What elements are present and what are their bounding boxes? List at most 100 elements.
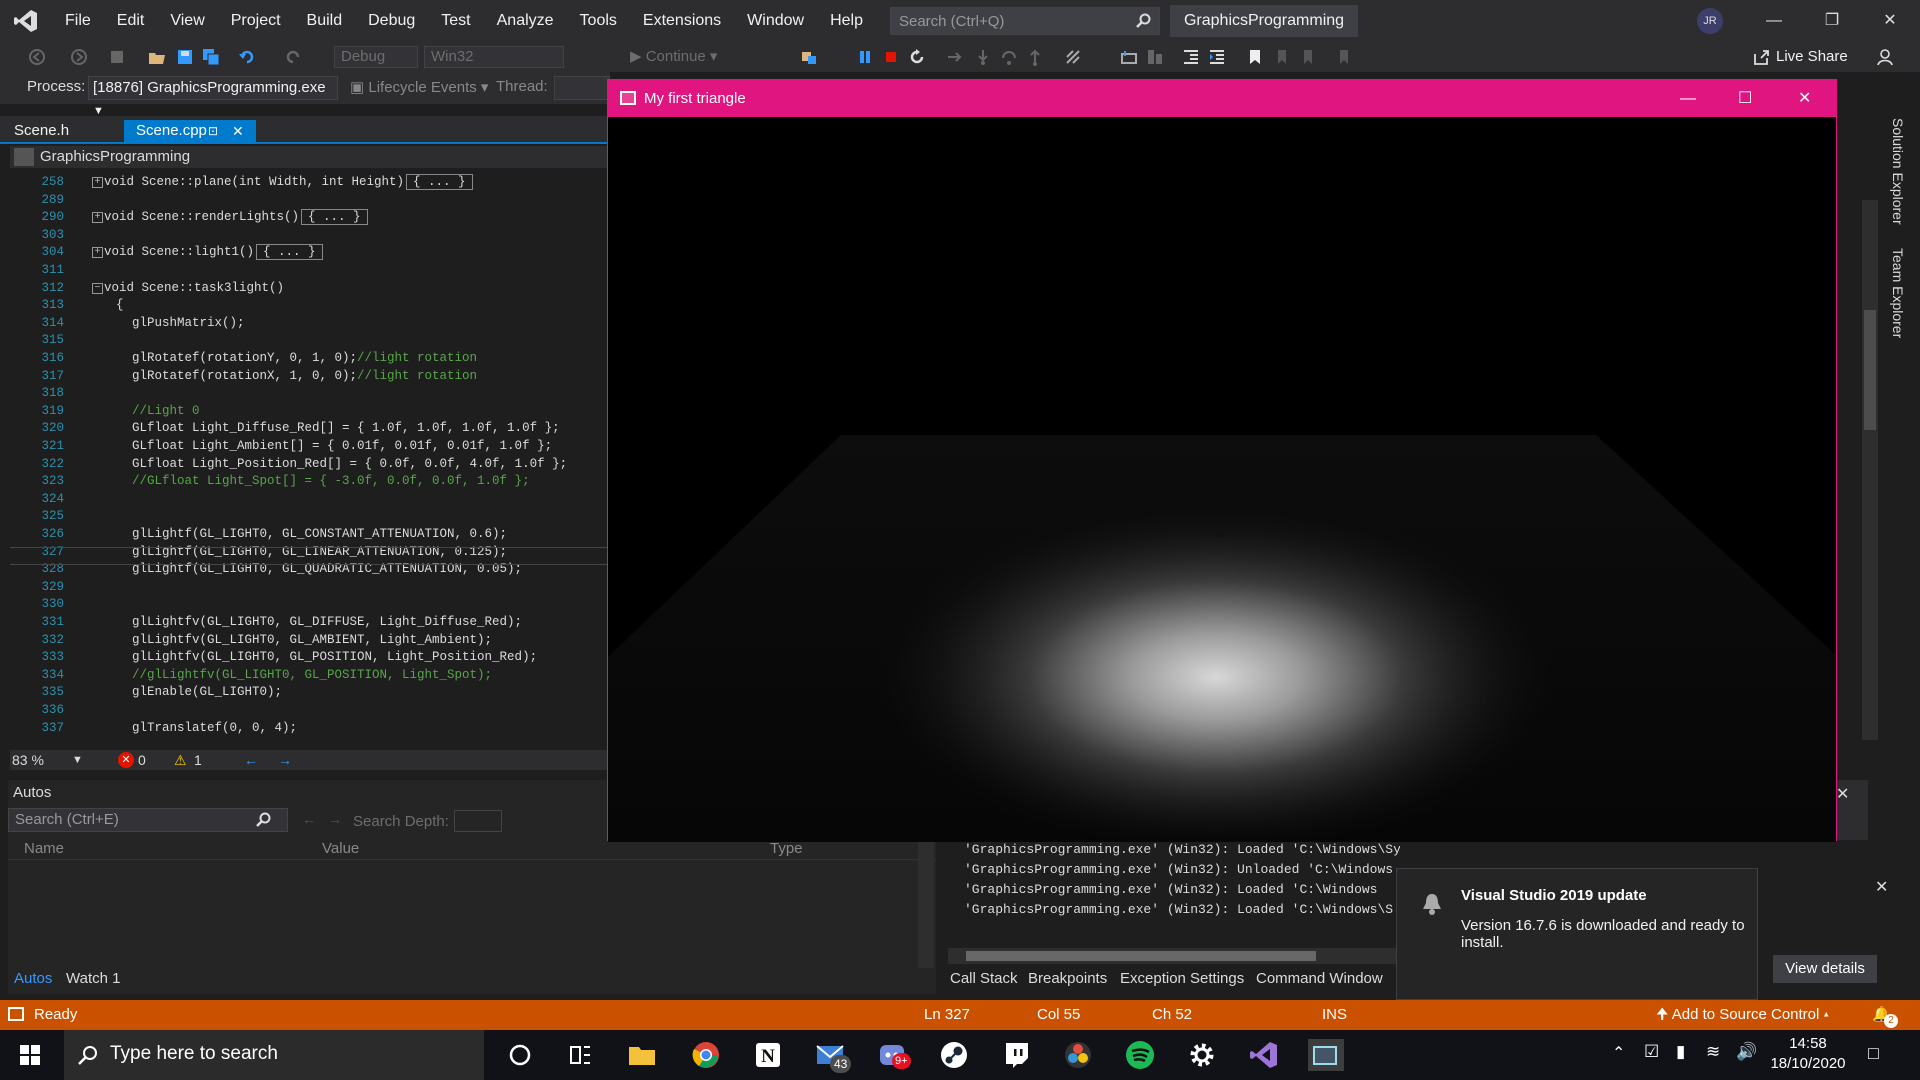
clock-date[interactable]: 18/10/2020 (1770, 1055, 1846, 1072)
code-line[interactable]: 314 glPushMatrix(); (10, 315, 610, 332)
code-line[interactable]: 331 glLightfv(GL_LIGHT0, GL_DIFFUSE, Ligh… (10, 614, 610, 631)
status-line[interactable]: Ln 327 (924, 1000, 970, 1030)
tab-scene-cpp[interactable]: Scene.cpp ⊡ ✕ (124, 120, 256, 144)
collapsed-block[interactable]: { ... } (301, 209, 368, 226)
code-line[interactable]: 320 GLfloat Light_Diffuse_Red[] = { 1.0f,… (10, 420, 610, 437)
editor-v-scrollbar[interactable] (1862, 200, 1878, 740)
gl-close-icon[interactable]: ✕ (1798, 80, 1811, 117)
code-line[interactable]: 334 //glLightfv(GL_LIGHT0, GL_POSITION, L… (10, 667, 610, 684)
code-line[interactable]: 337 glTranslatef(0, 0, 4); (10, 720, 610, 737)
file-explorer-icon[interactable] (626, 1039, 658, 1071)
output-close-icon[interactable]: ✕ (1836, 784, 1849, 804)
code-line[interactable]: 316 glRotatef(rotationY, 0, 1, 0);//light… (10, 350, 610, 367)
collapsed-block[interactable]: { ... } (256, 244, 323, 261)
add-to-source-control[interactable]: 🠉 Add to Source Control ▴ (1656, 1000, 1829, 1030)
menu-window[interactable]: Window (734, 0, 817, 42)
indent-icon[interactable] (1208, 48, 1226, 66)
notion-icon[interactable]: N (752, 1039, 784, 1071)
prev-issue-icon[interactable]: ← (244, 750, 258, 770)
opengl-window[interactable]: My first triangle — ☐ ✕ (607, 79, 1837, 842)
code-line[interactable]: 317 glRotatef(rotationX, 1, 0, 0);//light… (10, 368, 610, 385)
menu-project[interactable]: Project (218, 0, 294, 42)
config-select[interactable]: Debug (334, 46, 418, 68)
wifi-icon[interactable]: ≋ (1706, 1042, 1720, 1062)
davinci-resolve-icon[interactable] (1062, 1039, 1094, 1071)
threads-icon[interactable] (1120, 48, 1138, 66)
bookmark-icon[interactable] (1246, 48, 1264, 66)
menu-help[interactable]: Help (817, 0, 876, 42)
code-line[interactable]: 327 glLightf(GL_LIGHT0, GL_LINEAR_ATTENUA… (10, 544, 610, 561)
show-next-statement-icon[interactable] (946, 48, 964, 66)
visual-studio-logo-icon[interactable] (0, 0, 52, 42)
code-line[interactable]: 304 + void Scene::light1(){ ... } (10, 244, 610, 261)
zoom-dropdown-icon[interactable]: ▼ (72, 750, 83, 770)
menu-analyze[interactable]: Analyze (484, 0, 567, 42)
step-into-icon[interactable] (974, 48, 992, 66)
menu-edit[interactable]: Edit (104, 0, 158, 42)
solution-explorer-tab[interactable]: Solution Explorer (1890, 118, 1906, 225)
process-select[interactable]: [18876] GraphicsProgramming.exe ▼ (88, 76, 338, 117)
back-icon[interactable] (28, 48, 46, 66)
battery-icon[interactable]: ▮ (1676, 1042, 1685, 1062)
expand-icon[interactable]: + (92, 247, 103, 259)
action-center-icon[interactable]: □ (1868, 1043, 1879, 1064)
search-back-icon[interactable]: ← (302, 811, 316, 827)
thread-select[interactable] (554, 76, 610, 100)
code-line[interactable]: 318 (10, 385, 610, 402)
close-tab-icon[interactable]: ✕ (232, 120, 244, 142)
gl-minimize-icon[interactable]: — (1680, 80, 1696, 117)
security-icon[interactable]: ☑ (1644, 1042, 1659, 1062)
code-editor[interactable]: 258 + void Scene::plane(int Width, int Hei… (10, 170, 610, 748)
code-line[interactable]: 258 + void Scene::plane(int Width, int Hei… (10, 174, 610, 191)
steam-icon[interactable] (938, 1039, 970, 1071)
tab-watch-1[interactable]: Watch 1 (66, 970, 120, 987)
tab-breakpoints[interactable]: Breakpoints (1028, 970, 1107, 987)
new-project-icon[interactable] (108, 48, 126, 66)
lifecycle-events-button[interactable]: ▣ Lifecycle Events ▾ (350, 78, 488, 96)
step-out-icon[interactable] (1026, 48, 1044, 66)
menu-file[interactable]: File (52, 0, 104, 42)
code-line[interactable]: 330 (10, 596, 610, 613)
opengl-title-bar[interactable]: My first triangle — ☐ ✕ (608, 80, 1836, 117)
navigation-bar[interactable]: GraphicsProgramming (10, 146, 610, 168)
clock-time[interactable]: 14:58 (1774, 1035, 1842, 1052)
column-name[interactable]: Name (24, 840, 64, 857)
code-line[interactable]: 321 GLfloat Light_Ambient[] = { 0.01f, 0.… (10, 438, 610, 455)
avatar[interactable]: JR (1697, 8, 1723, 34)
platform-select[interactable]: Win32 (424, 46, 564, 68)
clear-bookmarks-icon[interactable] (1334, 48, 1352, 66)
gl-maximize-icon[interactable]: ☐ (1738, 80, 1752, 117)
code-line[interactable]: 303 (10, 227, 610, 244)
code-line[interactable]: 319 //Light 0 (10, 403, 610, 420)
mail-icon[interactable]: 43 (814, 1039, 852, 1073)
tab-scene-h[interactable]: Scene.h (2, 120, 81, 144)
code-line[interactable]: 312 − void Scene::task3light() (10, 280, 610, 297)
restore-icon[interactable]: ❐ (1803, 0, 1861, 42)
tab-command-window[interactable]: Command Window (1256, 970, 1383, 987)
discord-icon[interactable]: 9+ (876, 1039, 911, 1071)
output-h-scrollbar[interactable] (948, 948, 1400, 964)
tab-autos[interactable]: Autos (14, 970, 52, 987)
code-line[interactable]: 332 glLightfv(GL_LIGHT0, GL_AMBIENT, Ligh… (10, 632, 610, 649)
outdent-icon[interactable] (1182, 48, 1200, 66)
expand-icon[interactable]: + (92, 177, 103, 188)
collapse-icon[interactable]: − (92, 282, 103, 294)
stack-icon[interactable] (1146, 48, 1164, 66)
status-ins[interactable]: INS (1322, 1000, 1347, 1030)
code-line[interactable]: 326 glLightf(GL_LIGHT0, GL_CONSTANT_ATTEN… (10, 526, 610, 543)
show-hidden-icons-icon[interactable]: ⌃ (1612, 1043, 1625, 1063)
opengl-app-task-icon[interactable] (1308, 1039, 1344, 1071)
undo-icon[interactable] (238, 48, 256, 66)
pause-icon[interactable] (856, 48, 874, 66)
live-share-button[interactable]: Live Share (1752, 47, 1848, 67)
menu-debug[interactable]: Debug (355, 0, 428, 42)
code-line[interactable]: 289 (10, 192, 610, 209)
pin-icon[interactable]: ⊡ (208, 120, 218, 142)
view-details-button[interactable]: View details (1773, 955, 1877, 983)
notification-close-icon[interactable]: ✕ (1875, 877, 1888, 897)
status-col[interactable]: Col 55 (1037, 1000, 1080, 1030)
collapsed-block[interactable]: { ... } (406, 174, 473, 190)
menu-build[interactable]: Build (294, 0, 356, 42)
tab-exception-settings[interactable]: Exception Settings (1120, 970, 1244, 987)
error-icon[interactable]: ✕ (118, 752, 134, 768)
